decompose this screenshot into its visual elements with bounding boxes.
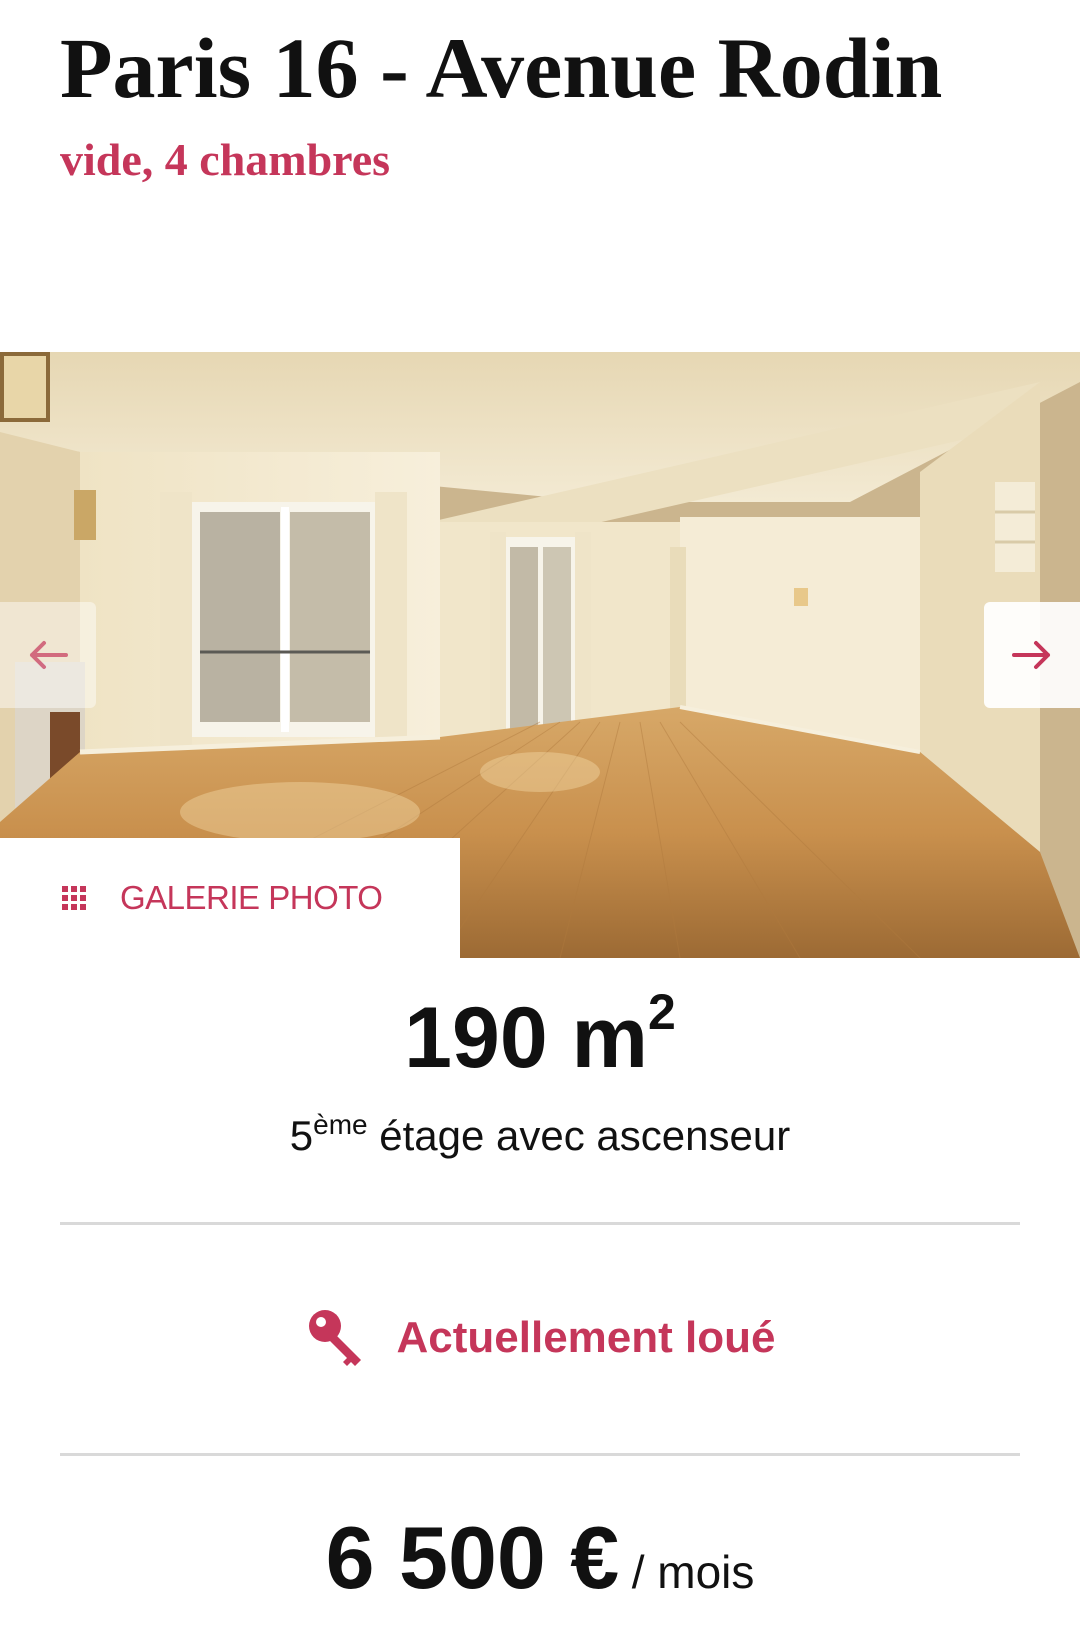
- rental-status-label: Actuellement loué: [396, 1313, 776, 1362]
- arrow-left-icon: [30, 641, 68, 669]
- floor-number: 5: [289, 1112, 314, 1159]
- listing-header: Paris 16 - Avenue Rodin vide, 4 chambres: [60, 22, 1040, 188]
- next-photo-button[interactable]: [984, 602, 1080, 708]
- photo-gallery-button[interactable]: GALERIE PHOTO: [0, 838, 460, 958]
- divider: [60, 1453, 1020, 1456]
- rental-status: Actuellement loué: [0, 1306, 1080, 1370]
- divider: [60, 1222, 1020, 1225]
- photo-carousel[interactable]: GALERIE PHOTO: [0, 352, 1080, 958]
- surface-area: 190 m2: [0, 987, 1080, 1088]
- listing-subtitle: vide, 4 chambres: [60, 134, 391, 185]
- surface-area-exponent: 2: [648, 984, 676, 1040]
- price: 6 500 € / mois: [0, 1508, 1080, 1608]
- price-unit: / mois: [631, 1546, 755, 1598]
- price-amount: 6 500 €: [325, 1508, 620, 1607]
- floor-description: étage avec ascenseur: [367, 1112, 791, 1159]
- grid-icon: [62, 886, 86, 910]
- photo-gallery-label: GALERIE PHOTO: [120, 879, 383, 916]
- floor-suffix: ème: [313, 1109, 368, 1140]
- arrow-right-icon: [1012, 641, 1050, 669]
- key-icon: [308, 1310, 361, 1366]
- surface-area-value: 190 m: [404, 990, 649, 1086]
- previous-photo-button[interactable]: [0, 602, 96, 708]
- floor-info: 5ème étage avec ascenseur: [0, 1108, 1080, 1164]
- page-title: Paris 16 - Avenue Rodin: [60, 20, 943, 116]
